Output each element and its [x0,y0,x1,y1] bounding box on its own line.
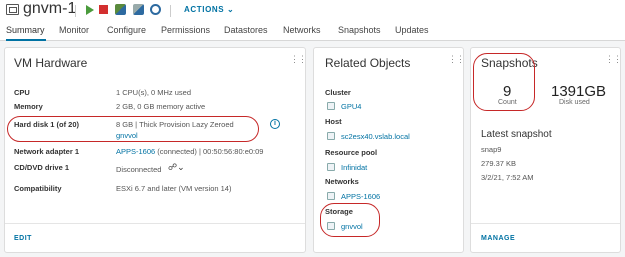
actions-menu-button[interactable]: ACTIONS ⌄ [184,5,234,14]
latest-snapshot-date: 3/2/21, 7:52 AM [481,173,534,182]
card-divider [5,223,305,224]
tab-configure[interactable]: Configure [107,25,146,35]
tab-datastores[interactable]: Datastores [224,25,268,35]
hw-value-cd-dvd: Disconnected [116,165,162,174]
latest-snapshot-name: snap9 [481,145,502,154]
tab-summary[interactable]: Summary [6,25,45,35]
hw-value-memory: 2 GB, 0 GB memory active [116,102,206,111]
resource-pool-icon [327,163,335,171]
related-label-resource-pool: Resource pool [325,148,378,157]
tab-snapshots[interactable]: Snapshots [338,25,381,35]
hw-label-network-adapter: Network adapter 1 [14,147,80,156]
disk-used-value: 1391GB [551,83,607,100]
vm-hardware-card: VM Hardware ⋮⋮ CPU 1 CPU(s), 0 MHz used … [4,47,307,253]
network-link[interactable]: APPS-1606 [116,147,155,156]
hw-value-compatibility: ESXi 6.7 and later (VM version 14) [116,184,232,193]
active-tab-indicator [6,39,46,41]
info-icon[interactable]: i [270,119,280,129]
migrate-icon[interactable] [133,4,144,15]
card-divider [471,223,620,224]
hw-value-network-adapter: APPS-1606 (connected) | 00:50:56:80:e0:0… [116,147,264,156]
tab-updates[interactable]: Updates [395,25,429,35]
tab-bar: Summary Monitor Configure Permissions Da… [0,21,625,41]
vm-icon [6,4,19,15]
disk-used-label: Disk used [559,99,590,106]
cluster-link[interactable]: GPU4 [341,102,361,111]
network-link[interactable]: APPS-1606 [341,192,380,201]
annotation-highlight [7,116,259,142]
tab-monitor[interactable]: Monitor [59,25,89,35]
manage-button[interactable]: MANAGE [481,235,515,242]
power-off-icon[interactable] [99,5,108,14]
snapshot-icon[interactable] [150,4,161,15]
related-label-cluster: Cluster [325,88,351,97]
hw-label-compatibility: Compatibility [14,184,62,193]
hw-label-cpu: CPU [14,88,30,97]
drag-handle-icon[interactable]: ⋮⋮ [290,54,307,65]
annotation-highlight [320,203,380,237]
tab-networks[interactable]: Networks [283,25,321,35]
power-on-icon[interactable] [86,5,94,15]
tab-permissions[interactable]: Permissions [161,25,210,35]
console-icon[interactable] [115,4,126,15]
related-label-networks: Networks [325,177,359,186]
object-header: gnvm-1 ACTIONS ⌄ [0,0,625,21]
latest-snapshot-size: 279.37 KB [481,159,517,168]
related-objects-card: Related Objects ⋮⋮ Cluster GPU4 Host sc2… [313,47,465,253]
host-link[interactable]: sc2esx40.vslab.local [341,132,410,141]
connect-plug-icon[interactable]: ☍⌄ [168,162,185,173]
drag-handle-icon[interactable]: ⋮⋮ [605,54,622,65]
latest-snapshot-title: Latest snapshot [481,129,552,140]
annotation-highlight [473,53,535,111]
hw-label-memory: Memory [14,102,43,111]
vm-title: gnvm-1 [23,0,77,17]
header-divider [75,5,76,17]
resource-pool-link[interactable]: Infinidat [341,163,367,172]
hw-label-cd-dvd: CD/DVD drive 1 [14,163,70,172]
cluster-icon [327,102,335,110]
snapshots-card: Snapshots ⋮⋮ 9 Count 1391GB Disk used La… [470,47,622,253]
card-title: VM Hardware [14,56,88,70]
host-icon [327,132,335,140]
network-icon [327,192,335,200]
related-label-host: Host [325,117,342,126]
header-divider [170,5,171,17]
drag-handle-icon[interactable]: ⋮⋮ [448,54,465,65]
edit-button[interactable]: EDIT [14,235,32,242]
card-title: Related Objects [325,56,411,70]
chevron-down-icon: ⌄ [227,5,235,14]
hw-value-cpu: 1 CPU(s), 0 MHz used [116,88,192,97]
